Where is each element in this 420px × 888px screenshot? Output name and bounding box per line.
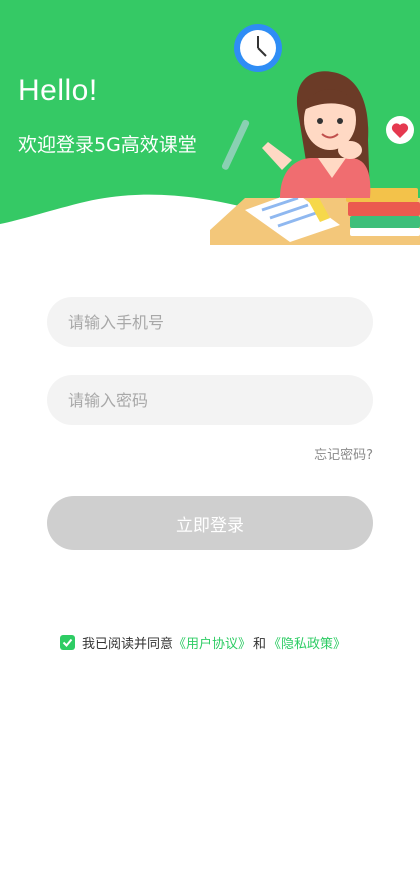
agreement-row: 我已阅读并同意 《用户协议》 和 《隐私政策》 <box>60 633 346 652</box>
greeting-title: Hello! <box>18 74 98 107</box>
agreement-prefix: 我已阅读并同意 <box>82 636 174 652</box>
login-button[interactable]: 立即登录 <box>47 496 373 550</box>
check-icon <box>62 638 73 647</box>
privacy-policy-link[interactable]: 《隐私政策》 <box>268 633 346 652</box>
password-input[interactable] <box>47 375 373 425</box>
pen-icon <box>221 119 250 170</box>
user-agreement-link[interactable]: 《用户协议》 <box>173 633 251 652</box>
agreement-conjunction: 和 <box>253 636 267 652</box>
agreement-checkbox[interactable] <box>60 634 75 650</box>
hero-banner: Hello! 欢迎登录5G高效课堂 <box>0 0 420 250</box>
teacher-illustration <box>210 24 420 245</box>
forgot-password-link[interactable]: 忘记密码? <box>314 444 373 463</box>
heart-icon <box>386 116 414 144</box>
welcome-subtitle: 欢迎登录5G高效课堂 <box>18 134 197 156</box>
phone-input[interactable] <box>47 297 373 347</box>
clock-icon <box>234 24 282 72</box>
